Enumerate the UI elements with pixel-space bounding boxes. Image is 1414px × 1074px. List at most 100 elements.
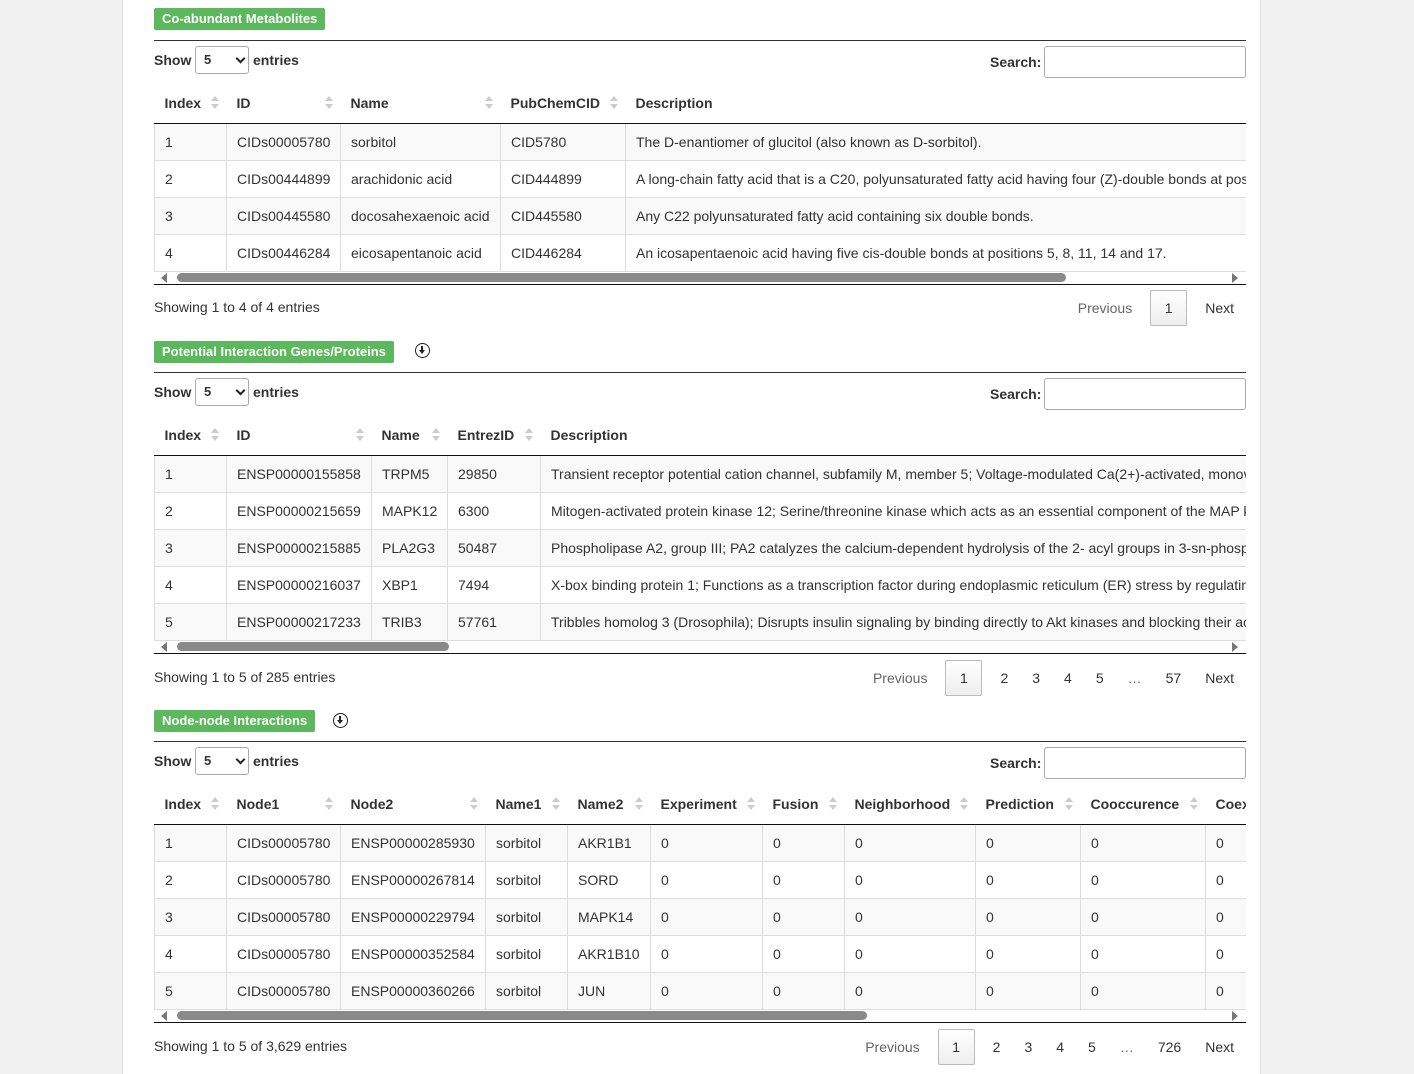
search-input[interactable] bbox=[1044, 46, 1246, 78]
table-info: Showing 1 to 5 of 3,629 entries bbox=[154, 1038, 348, 1054]
page-button[interactable]: 2 bbox=[981, 1030, 1013, 1064]
column-header[interactable]: Neighborhood bbox=[844, 784, 976, 825]
page-button[interactable]: 2 bbox=[988, 661, 1020, 695]
page-button[interactable]: 5 bbox=[1084, 661, 1116, 695]
sort-icon[interactable] bbox=[324, 96, 333, 110]
column-header[interactable]: ID bbox=[226, 83, 341, 124]
column-header[interactable]: Fusion bbox=[762, 784, 845, 825]
page-button[interactable]: 3 bbox=[1020, 661, 1052, 695]
column-header[interactable]: Name2 bbox=[567, 784, 651, 825]
entries-label: entries bbox=[253, 52, 299, 68]
column-header[interactable]: Index bbox=[154, 83, 227, 124]
table-cell: Any C22 polyunsaturated fatty acid conta… bbox=[625, 197, 1246, 235]
column-header[interactable]: Name bbox=[340, 83, 501, 124]
table-row: 2 CIDs00005780 ENSP00000267814 sorbitol SORD… bbox=[154, 861, 1246, 899]
column-header[interactable]: Experiment bbox=[650, 784, 763, 825]
column-header[interactable]: Description bbox=[625, 83, 1246, 124]
page-button[interactable]: 3 bbox=[1012, 1030, 1044, 1064]
content-panel: Co-abundant Metabolites Show 5 entries S… bbox=[122, 0, 1261, 1074]
pagination: Previous 1 2 3 4 5 … 726 Next bbox=[853, 1029, 1246, 1065]
column-header[interactable]: Coex bbox=[1205, 784, 1246, 825]
sort-icon[interactable] bbox=[1064, 797, 1073, 811]
sort-icon[interactable] bbox=[431, 428, 440, 442]
horizontal-scrollbar[interactable] bbox=[154, 1009, 1246, 1023]
page-button[interactable]: 4 bbox=[1052, 661, 1084, 695]
table-cell: 0 bbox=[975, 898, 1081, 936]
sort-icon[interactable] bbox=[355, 428, 364, 442]
scroll-left-icon[interactable] bbox=[161, 642, 167, 652]
column-header[interactable]: Name bbox=[371, 415, 448, 456]
sort-icon[interactable] bbox=[746, 797, 755, 811]
page-size-select[interactable]: 5 bbox=[195, 378, 249, 406]
sort-icon[interactable] bbox=[959, 797, 968, 811]
scroll-thumb[interactable] bbox=[177, 642, 449, 651]
sort-icon[interactable] bbox=[524, 428, 533, 442]
scroll-thumb[interactable] bbox=[177, 1011, 867, 1020]
scroll-left-icon[interactable] bbox=[161, 1011, 167, 1021]
page-button[interactable]: 4 bbox=[1044, 1030, 1076, 1064]
sort-icon[interactable] bbox=[324, 797, 333, 811]
scroll-right-icon[interactable] bbox=[1232, 273, 1238, 283]
page-button[interactable]: 57 bbox=[1154, 661, 1194, 695]
column-header[interactable]: EntrezID bbox=[447, 415, 541, 456]
table-cell: The D-enantiomer of glucitol (also known… bbox=[625, 123, 1246, 161]
column-header[interactable]: ID bbox=[226, 415, 372, 456]
search-input[interactable] bbox=[1044, 378, 1246, 410]
sort-icon[interactable] bbox=[828, 797, 837, 811]
sort-icon[interactable] bbox=[469, 797, 478, 811]
next-button[interactable]: Next bbox=[1193, 291, 1246, 325]
table-viewport: Index ID Name PubChemCID Description 1 CIDs000… bbox=[154, 83, 1246, 272]
column-header[interactable]: Node1 bbox=[226, 784, 341, 825]
page-button[interactable]: 5 bbox=[1076, 1030, 1108, 1064]
column-header[interactable]: Description bbox=[540, 415, 1246, 456]
column-header[interactable]: Index bbox=[154, 415, 227, 456]
page-button[interactable]: 1 bbox=[937, 1029, 975, 1065]
column-header[interactable]: PubChemCID bbox=[500, 83, 626, 124]
table-cell: 0 bbox=[650, 898, 763, 936]
download-icon[interactable] bbox=[333, 713, 348, 728]
table-cell: MAPK14 bbox=[567, 898, 651, 936]
sort-icon[interactable] bbox=[1189, 797, 1198, 811]
page-button[interactable]: 1 bbox=[945, 660, 983, 696]
table-cell: ENSP00000267814 bbox=[340, 861, 486, 899]
previous-button[interactable]: Previous bbox=[853, 1030, 931, 1064]
page-size-select[interactable]: 5 bbox=[195, 747, 249, 775]
column-header[interactable]: Node2 bbox=[340, 784, 486, 825]
table-cell: Transient receptor potential cation chan… bbox=[540, 455, 1246, 493]
table-cell: 0 bbox=[650, 972, 763, 1010]
previous-button[interactable]: Previous bbox=[1066, 291, 1144, 325]
search-input[interactable] bbox=[1044, 747, 1246, 779]
column-header[interactable]: Name1 bbox=[485, 784, 568, 825]
sort-icon[interactable] bbox=[551, 797, 560, 811]
page-size-select[interactable]: 5 bbox=[195, 46, 249, 74]
table-cell: 0 bbox=[1205, 935, 1246, 973]
column-header[interactable]: Index bbox=[154, 784, 227, 825]
horizontal-scrollbar[interactable] bbox=[154, 271, 1246, 285]
chevron-down-icon bbox=[235, 53, 246, 64]
page-button[interactable]: 726 bbox=[1146, 1030, 1193, 1064]
scroll-right-icon[interactable] bbox=[1232, 1011, 1238, 1021]
next-button[interactable]: Next bbox=[1193, 1030, 1246, 1064]
scroll-left-icon[interactable] bbox=[161, 273, 167, 283]
scroll-thumb[interactable] bbox=[177, 273, 1066, 282]
column-header[interactable]: Prediction bbox=[975, 784, 1081, 825]
next-button[interactable]: Next bbox=[1193, 661, 1246, 695]
horizontal-scrollbar[interactable] bbox=[154, 640, 1246, 654]
sort-icon[interactable] bbox=[210, 96, 219, 110]
table-cell: 3 bbox=[154, 898, 227, 936]
sort-icon[interactable] bbox=[609, 96, 618, 110]
section-divider bbox=[154, 372, 1246, 373]
sort-icon[interactable] bbox=[210, 797, 219, 811]
sort-icon[interactable] bbox=[484, 96, 493, 110]
download-icon[interactable] bbox=[415, 343, 430, 358]
scroll-right-icon[interactable] bbox=[1232, 642, 1238, 652]
column-header[interactable]: Cooccurence bbox=[1080, 784, 1206, 825]
sort-icon[interactable] bbox=[210, 428, 219, 442]
sort-icon[interactable] bbox=[634, 797, 643, 811]
table-row: 4 CIDs00005780 ENSP00000352584 sorbitol AKR1… bbox=[154, 935, 1246, 973]
table-cell: sorbitol bbox=[485, 824, 568, 862]
table-cell: JUN bbox=[567, 972, 651, 1010]
page-button[interactable]: 1 bbox=[1150, 290, 1188, 326]
table-cell: CID444899 bbox=[500, 160, 626, 198]
previous-button[interactable]: Previous bbox=[861, 661, 939, 695]
